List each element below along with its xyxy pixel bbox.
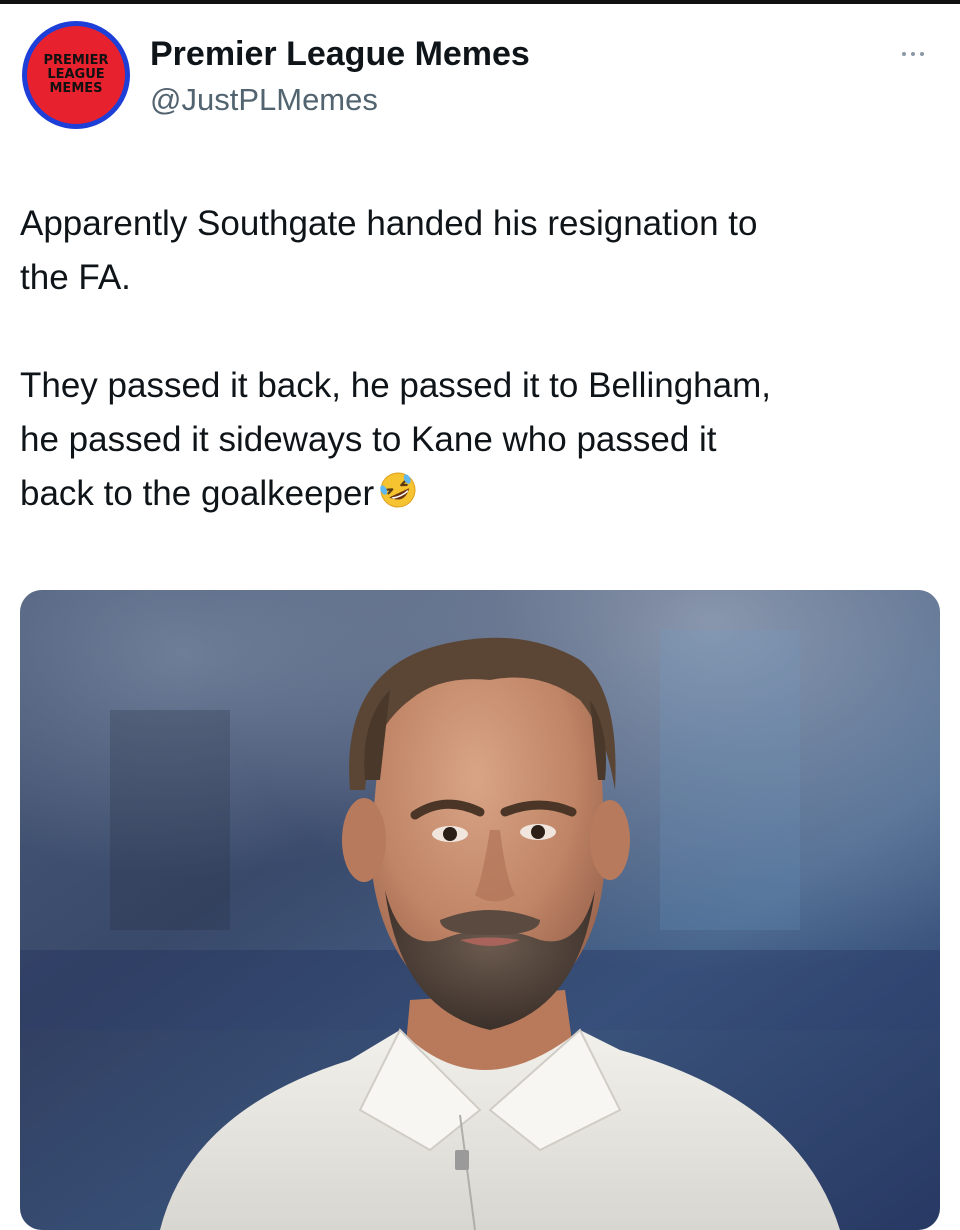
avatar-logo: PREMIER LEAGUE MEMES bbox=[27, 26, 125, 124]
tweet-photo[interactable] bbox=[20, 590, 940, 1230]
more-horizontal-icon[interactable] bbox=[902, 48, 938, 60]
tweet-card: PREMIER LEAGUE MEMES Premier League Meme… bbox=[0, 4, 960, 1230]
user-handle[interactable]: @JustPLMemes bbox=[150, 80, 530, 120]
avatar-logo-line: PREMIER bbox=[43, 53, 109, 68]
tweet-paragraph: They passed it back, he passed it to Bel… bbox=[20, 359, 940, 526]
man-portrait-photo bbox=[20, 590, 940, 1230]
user-info: Premier League Memes @JustPLMemes bbox=[150, 34, 530, 120]
avatar-logo-line: LEAGUE bbox=[47, 67, 105, 82]
tweet-text: Apparently Southgate handed his resignat… bbox=[20, 197, 940, 526]
display-name[interactable]: Premier League Memes bbox=[150, 34, 530, 74]
avatar-logo-line: MEMES bbox=[49, 81, 103, 96]
avatar[interactable]: PREMIER LEAGUE MEMES bbox=[22, 21, 130, 129]
tweet-paragraph: Apparently Southgate handed his resignat… bbox=[20, 204, 758, 297]
rolling-on-the-floor-laughing-emoji-icon bbox=[378, 470, 418, 526]
